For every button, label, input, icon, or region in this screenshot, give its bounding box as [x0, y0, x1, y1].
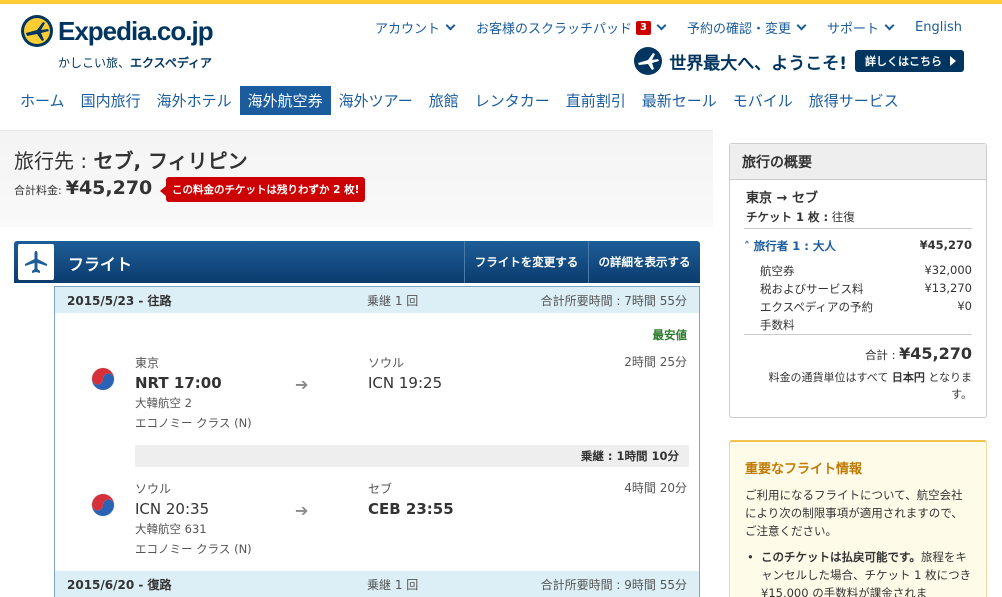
top-accent-bar [0, 0, 1002, 4]
divider [744, 334, 972, 335]
outbound-header: 2015/5/23 - 往路 乗継 1 回 合計所要時間 : 7時間 55分 [55, 287, 699, 313]
divider [744, 228, 972, 229]
traveler-amount: ¥45,270 [919, 238, 972, 252]
change-flight-button[interactable]: フライトを変更する [464, 241, 588, 283]
currency-note: 料金の通貨単位はすべて 日本円 となります。 [768, 371, 972, 401]
return-date: 2015/6/20 - 復路 [67, 577, 172, 592]
promo-text: 世界最大へ、ようこそ! [669, 53, 847, 74]
cabin-class: エコノミー クラス (N) [135, 416, 252, 430]
nav-mobile[interactable]: モバイル [725, 86, 801, 115]
flight-details-card: 2015/5/23 - 往路 乗継 1 回 合計所要時間 : 7時間 55分 最… [54, 286, 700, 597]
seats-left-warning: この料金のチケットは残りわずか 2 枚! [159, 177, 366, 202]
total-label: 合計料金: [14, 184, 62, 197]
refund-policy: このチケットは払戻可能です。旅程をキャンセルした場合、チケット 1 枚につき ¥… [745, 548, 973, 597]
account-menu[interactable]: アカウント [375, 18, 456, 37]
return-header: 2015/6/20 - 復路 乗継 1 回 合計所要時間 : 9時間 55分 [55, 571, 699, 597]
trip-summary-panel: 旅行の概要 東京 → セブ チケット 1 枚 : 往復 ˄ 旅行者 1 : 大人… [729, 143, 987, 418]
chevron-down-icon [445, 20, 456, 31]
leg-duration: 4時間 20分 [624, 481, 687, 495]
plane-icon [18, 244, 54, 280]
leg-duration: 2時間 25分 [624, 355, 687, 369]
globe-plane-icon [634, 47, 663, 75]
departure-info: 東京 NRT 17:00 大韓航空 2 エコノミー クラス (N) [135, 353, 252, 433]
destination-header: 旅行先 : セブ, フィリピン 合計料金: ¥45,270 この料金のチケットは… [0, 130, 713, 227]
chevron-down-icon [884, 20, 895, 31]
scratchpad-menu[interactable]: お客様のスクラッチパッド 3 [476, 18, 667, 37]
summary-total: 合計 : ¥45,270 [864, 344, 972, 363]
departure-time: ICN 20:35 [135, 500, 210, 518]
fee-row: 手数料 [760, 318, 795, 332]
korean-air-logo [91, 493, 115, 517]
flight-number: 大韓航空 2 [135, 396, 192, 410]
arrival-info: セブ CEB 23:55 [368, 479, 454, 519]
nav-deals[interactable]: 旅得サービス [801, 86, 907, 115]
total-value: ¥45,270 [65, 177, 153, 199]
main-nav: ホーム 国内旅行 海外ホテル 海外航空券 海外ツアー 旅館 レンタカー 直前割引… [12, 86, 907, 115]
fee-row: 税およびサービス料 ¥13,270 [760, 281, 972, 296]
arrival-info: ソウル ICN 19:25 [368, 353, 442, 393]
logo-text: Expedia.co.jp [58, 16, 214, 46]
nav-tours[interactable]: 海外ツアー [331, 86, 421, 115]
summary-ticket: チケット 1 枚 : 往復 [746, 210, 855, 224]
departure-time: NRT 17:00 [135, 374, 222, 392]
flight-number: 大韓航空 631 [135, 522, 207, 536]
arrow-right-icon: ➔ [295, 501, 309, 520]
notice-body: ご利用になるフライトについて、航空会社により次の制限事項が適用されますので、ご注… [745, 488, 963, 538]
notice-title: 重要なフライト情報 [745, 462, 863, 477]
nav-flights[interactable]: 海外航空券 [239, 86, 331, 115]
promo-banner: 世界最大へ、ようこそ! 詳しくはこちら [633, 46, 964, 76]
show-details-button[interactable]: の詳細を表示する [588, 241, 700, 283]
korean-air-logo [91, 367, 115, 391]
chevron-down-icon [656, 20, 667, 31]
total-price: 合計料金: ¥45,270 [14, 177, 152, 199]
departure-city: 東京 [135, 356, 160, 370]
arrival-city: セブ [368, 482, 393, 496]
return-stops: 乗継 1 回 [367, 577, 419, 592]
outbound-date: 2015/5/23 - 往路 [67, 293, 172, 308]
nav-rental-car[interactable]: レンタカー [467, 86, 558, 115]
promo-details-button[interactable]: 詳しくはこちら [855, 50, 964, 72]
best-value-label: 最安値 [652, 328, 688, 342]
language-link[interactable]: English [915, 18, 962, 37]
traveler-row[interactable]: ˄ 旅行者 1 : 大人 ¥45,270 [744, 238, 972, 254]
nav-ryokan[interactable]: 旅館 [421, 86, 467, 115]
arrival-city: ソウル [368, 356, 405, 370]
flight-section-title: フライト [68, 255, 133, 274]
nav-hotels[interactable]: 海外ホテル [149, 86, 240, 115]
nav-sale[interactable]: 最新セール [634, 86, 725, 115]
fee-row: 航空券 ¥32,000 [760, 263, 972, 278]
nav-domestic[interactable]: 国内旅行 [73, 86, 149, 115]
support-menu[interactable]: サポート [827, 18, 895, 37]
flight-leg: ソウル ICN 20:35 大韓航空 631 エコノミー クラス (N) ➔ セ… [55, 479, 699, 569]
return-total-time: 合計所要時間 : 9時間 55分 [540, 577, 687, 592]
summary-route: 東京 → セブ [746, 191, 818, 206]
utility-nav: アカウント お客様のスクラッチパッド 3 予約の確認・変更 サポート Englis… [353, 18, 962, 37]
outbound-stops: 乗継 1 回 [367, 293, 419, 308]
flight-leg: 東京 NRT 17:00 大韓航空 2 エコノミー クラス (N) ➔ ソウル … [55, 353, 699, 443]
departure-info: ソウル ICN 20:35 大韓航空 631 エコノミー クラス (N) [135, 479, 252, 559]
departure-city: ソウル [135, 482, 172, 496]
important-flight-info: 重要なフライト情報 ご利用になるフライトについて、航空会社により次の制限事項が適… [729, 440, 987, 597]
scratchpad-count-badge: 3 [636, 20, 652, 35]
flight-section-header: フライト フライトを変更する の詳細を表示する [14, 241, 700, 283]
fee-row: エクスペディアの予約 ¥0 [760, 299, 972, 314]
nav-home[interactable]: ホーム [12, 86, 73, 115]
outbound-total-time: 合計所要時間 : 7時間 55分 [540, 293, 687, 308]
arrow-right-icon: ➔ [295, 375, 309, 394]
traveler-toggle[interactable]: ˄ 旅行者 1 : 大人 [744, 239, 836, 253]
layover-bar: 乗継 : 1時間 10分 [135, 445, 689, 467]
globe-plane-icon [21, 15, 53, 47]
expedia-logo[interactable]: Expedia.co.jp かしこい旅、エクスペディア [20, 14, 220, 74]
logo-tagline: かしこい旅、エクスペディア [58, 56, 212, 70]
booking-menu[interactable]: 予約の確認・変更 [687, 18, 807, 37]
arrival-time: ICN 19:25 [368, 374, 443, 392]
arrival-time: CEB 23:55 [368, 500, 454, 518]
nav-last-minute[interactable]: 直前割引 [558, 86, 634, 115]
chevron-down-icon [796, 20, 807, 31]
cabin-class: エコノミー クラス (N) [135, 542, 252, 556]
page-title: 旅行先 : セブ, フィリピン [14, 149, 248, 173]
summary-title: 旅行の概要 [730, 144, 986, 180]
